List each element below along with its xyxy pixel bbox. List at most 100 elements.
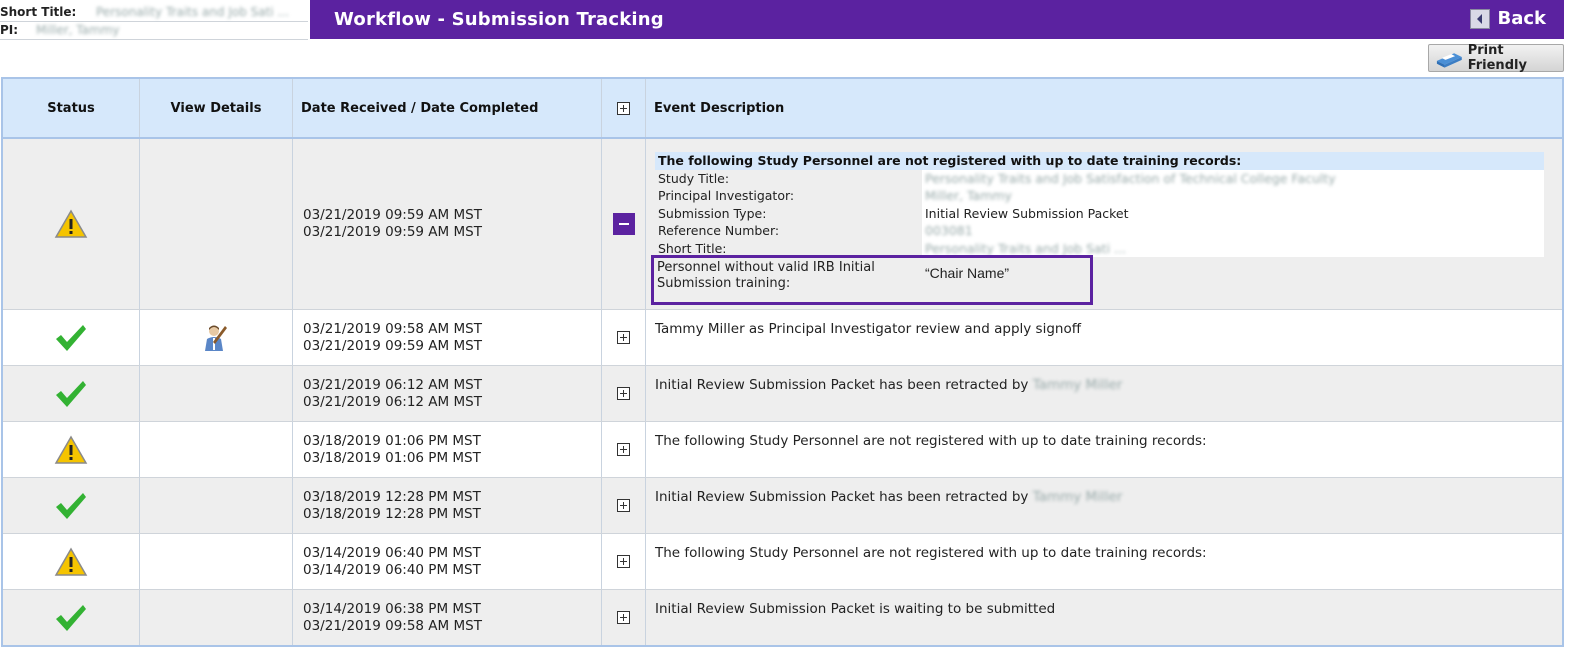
table-row: 03/21/2019 09:58 AM MST 03/21/2019 09:59… (3, 310, 1562, 366)
view-details-cell (140, 366, 293, 421)
view-details-cell (140, 590, 293, 645)
col-dates: Date Received / Date Completed (293, 79, 602, 137)
expand-icon[interactable] (617, 499, 630, 512)
event-description: Initial Review Submission Packet is wait… (655, 601, 1056, 617)
event-description-cell: The following Study Personnel are not re… (646, 139, 1562, 309)
event-description: The following Study Personnel are not re… (655, 545, 1207, 561)
check-icon (56, 380, 86, 407)
date-completed: 03/21/2019 09:59 AM MST (303, 224, 482, 240)
collapse-icon[interactable] (612, 213, 635, 235)
event-description-cell: Initial Review Submission Packet has bee… (646, 478, 1562, 533)
date-received: 03/18/2019 01:06 PM MST (303, 432, 481, 449)
detail-row: Principal Investigator: Miller, Tammy (655, 187, 1544, 205)
pi-label: PI: (0, 23, 19, 37)
toggle-cell (602, 534, 646, 589)
print-friendly-button[interactable]: Print Friendly (1428, 43, 1564, 73)
dates-cell: 03/18/2019 12:28 PM MST 03/18/2019 12:28… (293, 478, 602, 533)
submission-tracking-table: Status View Details Date Received / Date… (1, 77, 1564, 647)
printer-icon (1436, 53, 1462, 68)
user-signoff-icon[interactable] (203, 324, 229, 352)
date-received: 03/21/2019 06:12 AM MST (303, 376, 482, 393)
status-cell (3, 534, 140, 589)
event-description-cell: Initial Review Submission Packet has bee… (646, 366, 1562, 421)
toggle-cell (602, 139, 646, 309)
check-icon (56, 324, 86, 351)
table-row: 03/14/2019 06:38 PM MST 03/21/2019 09:58… (3, 590, 1562, 645)
retracted-by-name: Tammy Miller (1032, 377, 1123, 393)
table-row: 03/14/2019 06:40 PM MST 03/14/2019 06:40… (3, 534, 1562, 590)
dates-cell: 03/21/2019 09:58 AM MST 03/21/2019 09:59… (293, 310, 602, 365)
view-details-cell (140, 422, 293, 477)
expand-icon[interactable] (617, 331, 630, 344)
event-description-text: Initial Review Submission Packet has bee… (655, 377, 1029, 393)
view-details-cell (140, 478, 293, 533)
expand-icon[interactable] (617, 387, 630, 400)
status-cell (3, 139, 140, 309)
untrained-personnel-box: Personnel without valid IRB Initial Subm… (651, 255, 1093, 305)
study-meta: Short Title: Personality Traits and Job … (0, 4, 308, 40)
toggle-cell (602, 366, 646, 421)
view-details-cell (140, 534, 293, 589)
pi-row: PI: Miller, Tammy (0, 22, 308, 40)
warning-icon (54, 209, 88, 238)
table-row: 03/21/2019 09:59 AM MST 03/21/2019 09:59… (3, 139, 1562, 310)
back-arrow-icon (1470, 8, 1491, 29)
date-completed: 03/14/2019 06:40 PM MST (303, 561, 481, 578)
expand-icon[interactable] (617, 443, 630, 456)
date-received: 03/14/2019 06:40 PM MST (303, 544, 481, 561)
table-row: 03/18/2019 12:28 PM MST 03/18/2019 12:28… (3, 478, 1562, 534)
back-label: Back (1497, 8, 1546, 29)
status-cell (3, 590, 140, 645)
date-received: 03/18/2019 12:28 PM MST (303, 488, 481, 505)
table-header: Status View Details Date Received / Date… (3, 79, 1562, 139)
date-received: 03/21/2019 09:59 AM MST (303, 207, 482, 223)
dates-cell: 03/14/2019 06:40 PM MST 03/14/2019 06:40… (293, 534, 602, 589)
detail-heading: The following Study Personnel are not re… (655, 152, 1544, 170)
toggle-cell (602, 478, 646, 533)
detail-value: Initial Review Submission Packet (925, 205, 1129, 221)
untrained-personnel-value: “Chair Name” (925, 265, 1010, 281)
event-detail: The following Study Personnel are not re… (651, 152, 1544, 305)
dates-cell: 03/18/2019 01:06 PM MST 03/18/2019 01:06… (293, 422, 602, 477)
table-row: 03/21/2019 06:12 AM MST 03/21/2019 06:12… (3, 366, 1562, 422)
detail-label: Submission Type: (655, 204, 922, 222)
event-description-cell: Initial Review Submission Packet is wait… (646, 590, 1562, 645)
print-label: Print Friendly (1467, 43, 1527, 73)
expand-all-icon[interactable] (617, 101, 630, 115)
event-description-cell: The following Study Personnel are not re… (646, 534, 1562, 589)
back-button[interactable]: Back (1470, 8, 1546, 29)
short-title-row: Short Title: Personality Traits and Job … (0, 4, 308, 22)
event-description-cell: The following Study Personnel are not re… (646, 422, 1562, 477)
detail-label: Principal Investigator: (655, 187, 922, 205)
event-description-cell: Tammy Miller as Principal Investigator r… (646, 310, 1562, 365)
dates-cell: 03/21/2019 06:12 AM MST 03/21/2019 06:12… (293, 366, 602, 421)
title-bar: Workflow - Submission Tracking Back (310, 0, 1564, 39)
dates-cell: 03/21/2019 09:59 AM MST 03/21/2019 09:59… (293, 139, 602, 309)
event-description-text: Initial Review Submission Packet has bee… (655, 489, 1029, 505)
detail-value: Miller, Tammy (925, 188, 1012, 203)
date-completed: 03/21/2019 09:59 AM MST (303, 337, 482, 354)
event-description: Initial Review Submission Packet has bee… (655, 366, 1562, 393)
date-completed: 03/18/2019 01:06 PM MST (303, 449, 481, 466)
warning-icon (54, 546, 88, 576)
pi-value: Miller, Tammy (36, 23, 120, 37)
short-title-value: Personality Traits and Job Sati ... (96, 5, 289, 19)
expand-icon[interactable] (617, 555, 630, 568)
short-title-label: Short Title: (0, 5, 77, 19)
retracted-by-name: Tammy Miller (1032, 489, 1123, 505)
detail-label: Study Title: (655, 169, 922, 187)
expand-icon[interactable] (617, 611, 630, 624)
view-details-cell (140, 139, 293, 309)
col-event-description: Event Description (654, 100, 785, 116)
dates-cell: 03/14/2019 06:38 PM MST 03/21/2019 09:58… (293, 590, 602, 645)
toggle-cell (602, 422, 646, 477)
toggle-cell (602, 590, 646, 645)
status-cell (3, 422, 140, 477)
table-row: 03/18/2019 01:06 PM MST 03/18/2019 01:06… (3, 422, 1562, 478)
warning-icon (54, 434, 88, 464)
status-cell (3, 478, 140, 533)
date-received: 03/21/2019 09:58 AM MST (303, 320, 482, 337)
detail-label: Reference Number: (655, 222, 922, 240)
event-description: Tammy Miller as Principal Investigator r… (655, 321, 1082, 337)
detail-row: Reference Number: 003081 (655, 222, 1544, 240)
